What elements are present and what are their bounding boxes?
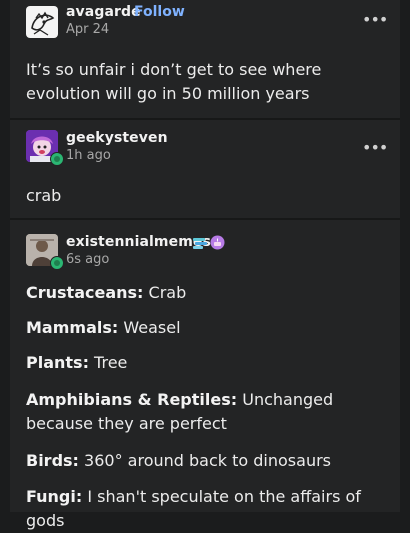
category-value: 360° around back to dinosaurs bbox=[78, 451, 331, 470]
username-existennialmemes[interactable]: existennialmemes bbox=[66, 234, 211, 250]
username-avagarde[interactable]: avagarde bbox=[66, 4, 141, 20]
stickers-icon bbox=[193, 238, 207, 249]
sideblog-badge-icon bbox=[50, 152, 64, 166]
ellipsis-icon[interactable]: ••• bbox=[362, 138, 388, 157]
list-item: Birds: 360° around back to dinosaurs bbox=[26, 449, 376, 473]
cake-badge-icon bbox=[210, 235, 225, 250]
ellipsis-icon[interactable]: ••• bbox=[362, 10, 388, 29]
list-item: Crustaceans: Crab bbox=[26, 281, 376, 305]
category-value: Crab bbox=[143, 283, 187, 302]
list-item: Fungi: I shan't speculate on the affairs… bbox=[26, 485, 376, 533]
category-value: Tree bbox=[88, 353, 128, 372]
post-text: It’s so unfair i don’t get to see where … bbox=[26, 60, 322, 103]
category-value: Weasel bbox=[118, 318, 181, 337]
sketch-avatar-icon bbox=[26, 6, 58, 38]
category-label: Birds: bbox=[26, 451, 79, 470]
category-label: Fungi: bbox=[26, 487, 83, 506]
post-text: crab bbox=[26, 186, 62, 205]
username-geekysteven[interactable]: geekysteven bbox=[66, 130, 168, 146]
category-label: Crustaceans: bbox=[26, 283, 144, 302]
post-time: 1h ago bbox=[66, 148, 111, 163]
list-item: Amphibians & Reptiles: Unchanged because… bbox=[26, 388, 376, 436]
category-label: Amphibians & Reptiles: bbox=[26, 390, 238, 409]
follow-button[interactable]: Follow bbox=[134, 4, 185, 20]
category-label: Plants: bbox=[26, 353, 89, 372]
list-item: Mammals: Weasel bbox=[26, 316, 376, 340]
category-label: Mammals: bbox=[26, 318, 119, 337]
post-time: 6s ago bbox=[66, 252, 110, 267]
list-item: Plants: Tree bbox=[26, 351, 376, 375]
sideblog-badge-icon bbox=[50, 256, 64, 270]
post-time: Apr 24 bbox=[66, 22, 110, 37]
avatar-avagarde[interactable] bbox=[26, 6, 58, 38]
